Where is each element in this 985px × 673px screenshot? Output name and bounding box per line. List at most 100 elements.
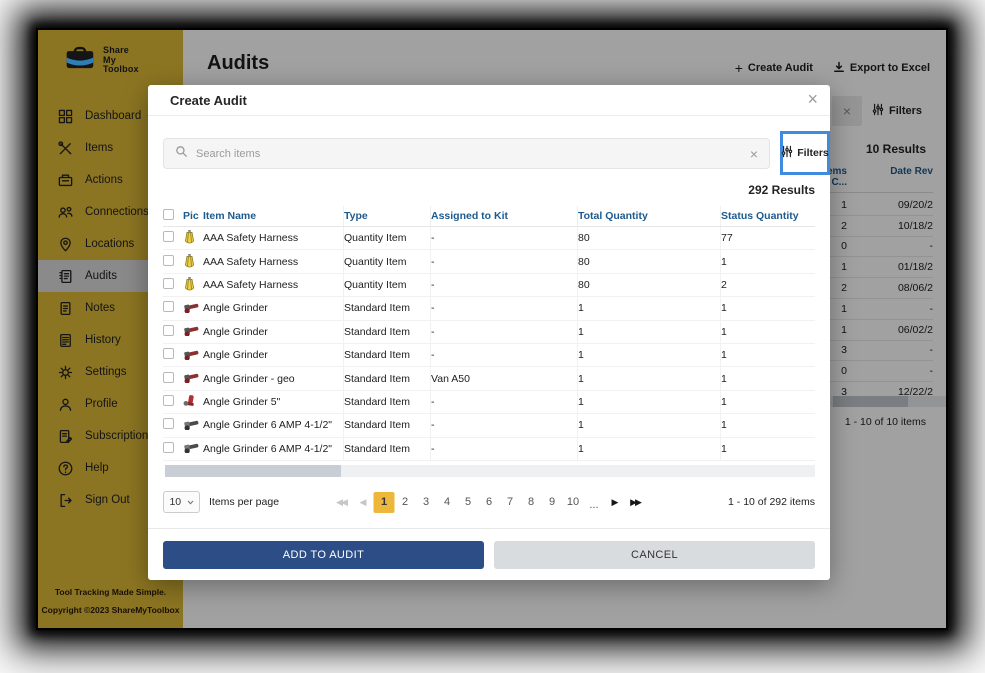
row-checkbox[interactable] [163,442,174,453]
col-total-quantity[interactable]: Total Quantity [577,206,720,226]
row-checkbox[interactable] [163,418,174,429]
assigned-kit-cell: - [430,321,577,343]
row-checkbox[interactable] [163,372,174,383]
close-icon[interactable]: × [807,89,818,110]
row-checkbox-cell [163,325,183,339]
assigned-kit-cell: - [430,297,577,319]
horizontal-scrollbar[interactable] [165,465,815,477]
item-type-cell: Standard Item [343,344,430,366]
grinder-red-icon [183,371,199,386]
table-row[interactable]: AAA Safety HarnessQuantity Item-801 [163,250,815,273]
table-row[interactable]: Angle Grinder 6 AMP 4-1/2"Standard Item-… [163,414,815,437]
item-name-cell: Angle Grinder [203,302,343,314]
table-row[interactable]: Angle Grinder - geoStandard ItemVan A501… [163,367,815,390]
items-per-page-value: 10 [169,496,181,508]
table-row[interactable]: Angle GrinderStandard Item-11 [163,297,815,320]
audits-notebook-icon [57,268,74,285]
modal-actions: ADD TO AUDIT CANCEL [163,541,815,569]
item-type-cell: Quantity Item [343,227,430,249]
total-quantity-cell: 1 [577,321,720,343]
page-button-5[interactable]: 5 [458,492,479,513]
sidebar-item-label: Settings [85,366,127,378]
pager: ◀◀◀12345678910...▶▶▶ [332,492,647,513]
total-quantity-cell: 80 [577,274,720,296]
table-row[interactable]: AAA Safety HarnessQuantity Item-8077 [163,227,815,250]
assigned-kit-cell: - [430,274,577,296]
row-checkbox[interactable] [163,231,174,242]
items-table-body: AAA Safety HarnessQuantity Item-8077AAA … [163,227,815,461]
next-page-icon[interactable]: ▶ [605,492,626,513]
row-checkbox-cell [163,418,183,432]
table-row[interactable]: Angle GrinderStandard Item-11 [163,321,815,344]
table-row[interactable]: Angle GrinderStandard Item-11 [163,344,815,367]
select-all-checkbox[interactable] [163,209,174,220]
assigned-kit-cell: - [430,438,577,460]
filters-button[interactable]: Filters [781,145,829,161]
last-page-icon[interactable]: ▶▶ [626,492,647,513]
total-quantity-cell: 1 [577,438,720,460]
cancel-button[interactable]: CANCEL [494,541,815,569]
row-checkbox[interactable] [163,255,174,266]
grinder-red-icon [183,301,199,316]
page-button-7[interactable]: 7 [500,492,521,513]
sidebar-item-label: Subscription [85,430,148,442]
row-checkbox[interactable] [163,301,174,312]
page-button-4[interactable]: 4 [437,492,458,513]
table-row[interactable]: Angle Grinder 6 AMP 4-1/2"Standard Item-… [163,438,815,461]
row-checkbox-cell [163,442,183,456]
notes-icon [57,300,74,317]
row-pic-cell [183,229,203,247]
app-logo: Share My Toolbox [38,30,183,86]
col-status-quantity[interactable]: Status Quantity [720,206,815,226]
col-assigned-to-kit[interactable]: Assigned to Kit [430,206,577,226]
page-button-2[interactable]: 2 [395,492,416,513]
row-checkbox-cell [163,301,183,315]
filters-highlight-box: Filters [780,131,830,175]
item-type-cell: Standard Item [343,414,430,436]
table-row[interactable]: Angle Grinder 5"Standard Item-11 [163,391,815,414]
pagination-bar: 10 Items per page ◀◀◀12345678910...▶▶▶ 1… [163,488,815,516]
col-pic[interactable]: Pic [183,210,203,222]
items-per-page-select[interactable]: 10 [163,491,200,513]
row-checkbox[interactable] [163,325,174,336]
items-table: Pic Item Name Type Assigned to Kit Total… [163,206,815,461]
sidebar-item-label: Audits [85,270,117,282]
status-quantity-cell: 1 [720,391,815,413]
col-type[interactable]: Type [343,206,430,226]
status-quantity-cell: 1 [720,297,815,319]
col-item-name[interactable]: Item Name [203,210,343,222]
item-type-cell: Standard Item [343,297,430,319]
table-row[interactable]: AAA Safety HarnessQuantity Item-802 [163,274,815,297]
page-button-8[interactable]: 8 [521,492,542,513]
total-quantity-cell: 1 [577,414,720,436]
row-pic-cell [183,301,203,316]
row-checkbox[interactable] [163,348,174,359]
item-name-cell: AAA Safety Harness [203,279,343,291]
item-name-cell: AAA Safety Harness [203,256,343,268]
page-button-6[interactable]: 6 [479,492,500,513]
search-clear-icon[interactable]: × [750,146,758,162]
pagination-range-label: 1 - 10 of 292 items [728,496,815,508]
page-button-3[interactable]: 3 [416,492,437,513]
horizontal-scrollbar-thumb[interactable] [165,465,341,477]
add-to-audit-button[interactable]: ADD TO AUDIT [163,541,484,569]
first-page-icon[interactable]: ◀◀ [332,492,353,513]
row-checkbox[interactable] [163,395,174,406]
filters-label: Filters [797,147,829,159]
status-quantity-cell: 2 [720,274,815,296]
status-quantity-cell: 77 [720,227,815,249]
row-checkbox-cell [163,231,183,245]
status-quantity-cell: 1 [720,344,815,366]
page-button-10[interactable]: 10 [563,492,584,513]
previous-page-icon[interactable]: ◀ [353,492,374,513]
status-quantity-cell: 1 [720,414,815,436]
page-button-1[interactable]: 1 [374,492,395,513]
row-pic-cell [183,253,203,271]
page-button-9[interactable]: 9 [542,492,563,513]
row-checkbox[interactable] [163,278,174,289]
search-input[interactable] [196,148,750,160]
assigned-kit-cell: - [430,227,577,249]
pager-ellipsis[interactable]: ... [584,495,605,516]
row-checkbox-cell [163,278,183,292]
status-quantity-cell: 1 [720,250,815,272]
